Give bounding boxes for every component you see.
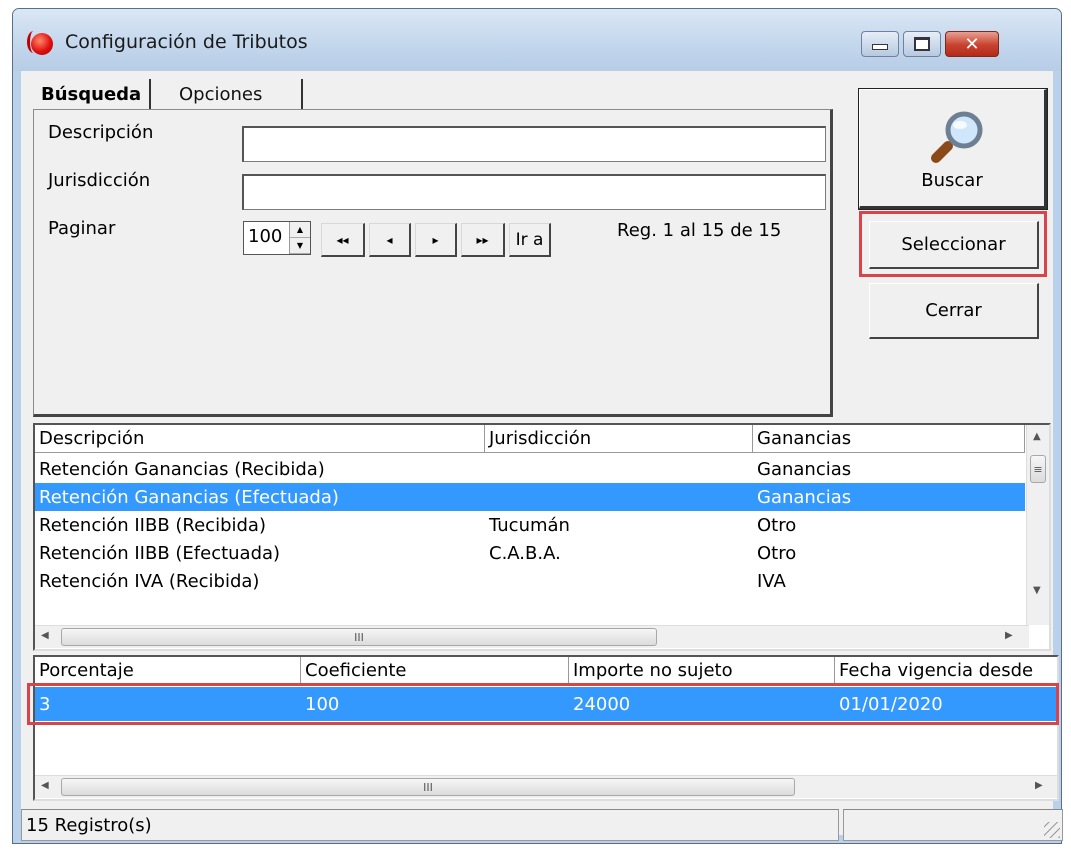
status-pane-empty [843, 809, 1063, 841]
first-page-button[interactable]: ◂◂ [321, 223, 365, 257]
cell-tipo: Ganancias [757, 458, 852, 480]
scroll-right-icon[interactable]: ▶ [1005, 630, 1013, 641]
prev-page-button[interactable]: ◂ [369, 223, 411, 257]
scroll-thumb[interactable]: ≡ [1030, 455, 1046, 483]
main-window: Configuración de Tributos ✕ Búsqueda Opc… [12, 8, 1063, 844]
scroll-left-icon[interactable]: ◀ [41, 780, 49, 791]
cell-jurisdiccion: Tucumán [489, 514, 570, 536]
records-info: Reg. 1 al 15 de 15 [617, 220, 782, 241]
window-title: Configuración de Tributos [65, 31, 308, 53]
column-header-jurisdiccion[interactable]: Jurisdicción [485, 425, 753, 453]
scroll-thumb[interactable]: III [61, 778, 795, 796]
scroll-down-icon[interactable]: ▼ [1033, 585, 1041, 596]
resize-grip-icon[interactable] [1044, 822, 1060, 838]
table-row[interactable]: Retención Ganancias (Recibida) Ganancias [35, 455, 1025, 483]
goto-button[interactable]: Ir a [509, 223, 551, 257]
column-header-coeficiente[interactable]: Coeficiente [301, 657, 569, 685]
table-row[interactable]: Retención IIBB (Recibida) Tucumán Otro [35, 511, 1025, 539]
paginar-label: Paginar [48, 218, 116, 239]
paginar-value: 100 [248, 226, 283, 247]
magnifier-icon [931, 111, 983, 163]
cell-tipo: IVA [757, 570, 786, 592]
scroll-thumb[interactable]: III [61, 628, 657, 646]
cell-jurisdiccion [485, 567, 489, 595]
cell-descripcion: Retención Ganancias (Efectuada) [39, 486, 339, 508]
buscar-label: Buscar [921, 170, 983, 191]
table-row[interactable]: Retención IIBB (Efectuada) C.A.B.A. Otro [35, 539, 1025, 567]
cell-importe: 24000 [573, 693, 631, 715]
cell-descripcion: Retención IIBB (Recibida) [39, 514, 266, 536]
scroll-left-icon[interactable]: ◀ [41, 630, 49, 641]
maximize-icon [914, 37, 930, 51]
main-vertical-scrollbar[interactable]: ▲ ≡ ▼ [1026, 425, 1049, 625]
spin-down-icon[interactable]: ▼ [290, 238, 310, 254]
table-row[interactable]: Retención IVA (Recibida) IVA [35, 567, 1025, 595]
column-header-ganancias[interactable]: Ganancias [753, 425, 1025, 453]
last-page-button[interactable]: ▸▸ [461, 223, 505, 257]
close-icon: ✕ [964, 33, 980, 55]
client-area: Búsqueda Opciones Descripción Jurisdicci… [21, 71, 1063, 841]
app-icon [27, 31, 53, 55]
minimize-button[interactable] [861, 31, 899, 57]
cell-tipo: Otro [757, 542, 797, 564]
scroll-right-icon[interactable]: ▶ [1035, 780, 1043, 791]
minimize-icon [872, 44, 888, 50]
main-horizontal-scrollbar[interactable]: ◀ III ▶ [35, 625, 1029, 648]
jurisdiccion-label: Jurisdicción [48, 170, 151, 191]
cell-coeficiente: 100 [305, 693, 340, 715]
records-count: 15 Registro(s) [21, 809, 839, 841]
maximize-button[interactable] [903, 31, 941, 57]
cell-descripcion: Retención IIBB (Efectuada) [39, 542, 281, 564]
tributos-grid: Descripción Jurisdicción Ganancias Reten… [33, 423, 1051, 651]
close-button[interactable]: ✕ [945, 31, 999, 57]
next-page-button[interactable]: ▸ [415, 223, 457, 257]
title-bar[interactable]: Configuración de Tributos ✕ [13, 9, 1061, 71]
cell-jurisdiccion [485, 483, 489, 511]
column-header-porcentaje[interactable]: Porcentaje [35, 657, 301, 685]
table-row-selected[interactable]: 3 100 24000 01/01/2020 [35, 687, 1057, 721]
status-bar: 15 Registro(s) [21, 809, 1063, 841]
column-header-importe[interactable]: Importe no sujeto [569, 657, 835, 685]
buscar-button[interactable]: Buscar [858, 88, 1048, 210]
search-panel: Descripción Jurisdicción Paginar [33, 109, 833, 417]
cell-jurisdiccion: C.A.B.A. [489, 542, 561, 564]
cell-descripcion: Retención IVA (Recibida) [39, 570, 260, 592]
jurisdiccion-input[interactable] [242, 174, 826, 210]
tab-busqueda[interactable]: Búsqueda [33, 79, 152, 109]
tab-opciones[interactable]: Opciones [171, 79, 303, 109]
descripcion-input[interactable] [242, 126, 826, 162]
spin-up-icon[interactable]: ▲ [290, 222, 310, 238]
descripcion-label: Descripción [48, 122, 154, 143]
scroll-up-icon[interactable]: ▲ [1033, 431, 1041, 442]
cell-tipo: Otro [757, 514, 797, 536]
paginar-spinner[interactable]: 100 ▲ ▼ [243, 221, 311, 255]
detail-horizontal-scrollbar[interactable]: ◀ III ▶ [35, 775, 1057, 798]
cell-descripcion: Retención Ganancias (Recibida) [39, 458, 325, 480]
detail-grid: Porcentaje Coeficiente Importe no sujeto… [33, 655, 1059, 801]
cerrar-button[interactable]: Cerrar [869, 283, 1039, 339]
cell-jurisdiccion [485, 455, 489, 483]
column-header-descripcion[interactable]: Descripción [35, 425, 485, 453]
seleccionar-button[interactable]: Seleccionar [869, 221, 1039, 269]
cell-fecha: 01/01/2020 [839, 693, 943, 715]
cell-porcentaje: 3 [39, 693, 51, 715]
column-header-fecha[interactable]: Fecha vigencia desde [835, 657, 1057, 685]
cell-tipo: Ganancias [757, 486, 852, 508]
table-row-selected[interactable]: Retención Ganancias (Efectuada) Ganancia… [35, 483, 1025, 511]
